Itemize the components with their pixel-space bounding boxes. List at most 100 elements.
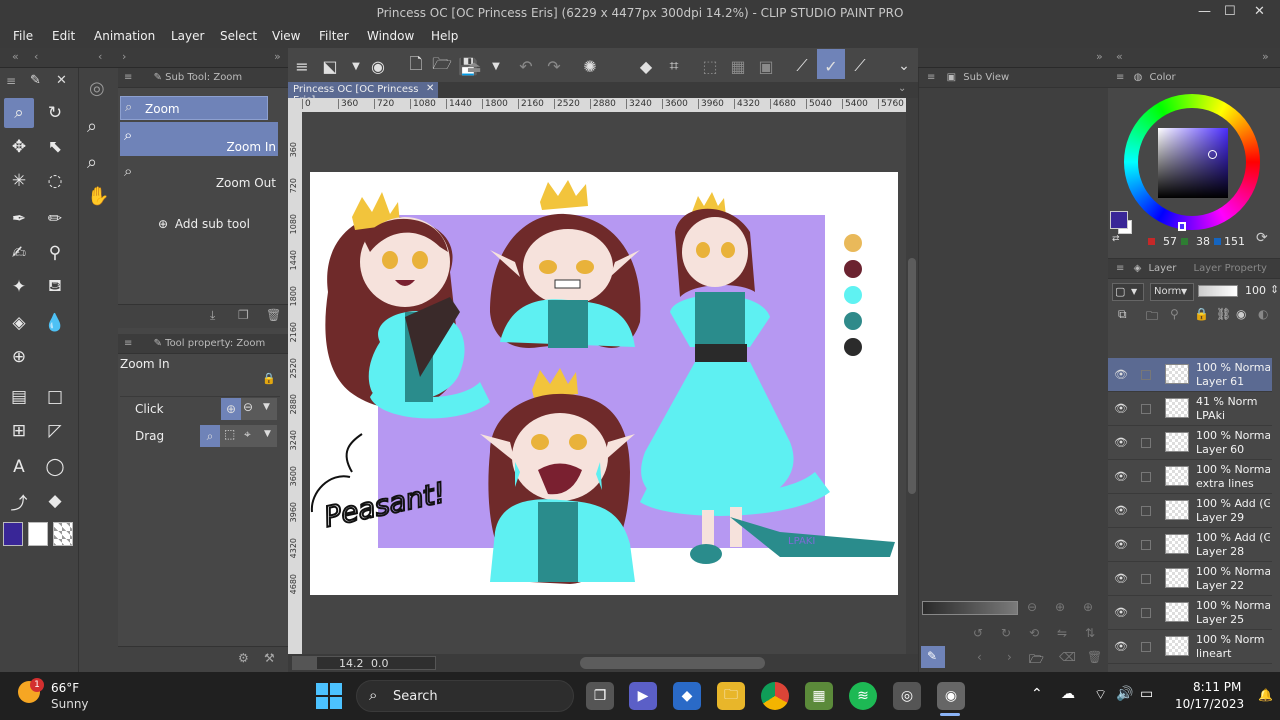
battery-icon[interactable]: ▭ xyxy=(1140,686,1153,702)
layer-row[interactable]: 👁 41 % Norm LPAki xyxy=(1108,392,1272,426)
pen-icon[interactable]: ✎ xyxy=(30,73,41,88)
eye-icon[interactable]: 👁 xyxy=(1114,572,1128,585)
ruler-tool-icon[interactable]: ◸ xyxy=(40,416,70,446)
sub-color-swatch[interactable] xyxy=(28,522,48,546)
new-file-icon[interactable]: 🗋 xyxy=(404,54,428,78)
chevron-left-icon[interactable]: ‹ xyxy=(98,50,102,63)
eye-icon[interactable]: 👁 xyxy=(1114,538,1128,551)
minimize-icon[interactable]: — xyxy=(1198,4,1211,19)
chevron-right-icon[interactable]: » xyxy=(1096,50,1103,63)
trash-icon[interactable]: 🗑 xyxy=(266,308,281,322)
text-tool-icon[interactable]: A xyxy=(4,452,34,482)
rotate-right-icon[interactable]: ↻ xyxy=(1001,626,1011,640)
crop-icon[interactable]: ⌗ xyxy=(662,54,686,78)
eye-icon[interactable]: 👁 xyxy=(1114,368,1128,381)
fit-icon[interactable]: ⊕ xyxy=(1083,600,1093,614)
copy-icon[interactable]: ❐ xyxy=(238,308,249,322)
invert-selection-icon[interactable]: ▦ xyxy=(726,54,750,78)
rotate-tool-icon[interactable]: ↻ xyxy=(40,98,70,128)
zoom-out-icon[interactable]: ⊖ xyxy=(1027,600,1037,614)
layer-lock-checkbox[interactable] xyxy=(1141,506,1151,516)
layer-color-selector[interactable]: ▢ ▼ xyxy=(1112,283,1144,301)
spotify-icon[interactable]: ≋ xyxy=(849,682,877,710)
brush-tool-icon[interactable]: ✍ xyxy=(4,238,34,268)
chevron-left-icon[interactable]: « xyxy=(1116,50,1123,63)
chevron-right-icon[interactable]: » xyxy=(1262,50,1269,63)
export-icon[interactable]: ⏏ xyxy=(462,54,486,78)
open-file-icon[interactable]: 🗁 xyxy=(430,54,454,78)
panel-menu-icon[interactable]: ≡ xyxy=(927,72,935,83)
taskbar-search[interactable]: ⌕ Search xyxy=(356,680,574,712)
panel-menu-icon[interactable]: ≡ xyxy=(6,74,16,88)
transparent-color-swatch[interactable] xyxy=(53,522,73,546)
subview-zoom-slider[interactable] xyxy=(922,601,1018,615)
eye-icon[interactable]: 👁 xyxy=(1114,402,1128,415)
hue-cursor[interactable] xyxy=(1178,222,1186,231)
copilot-icon[interactable]: ◆ xyxy=(673,682,701,710)
eraser-x-icon[interactable]: ✕ xyxy=(56,73,67,88)
loupe-icon[interactable]: ⌕ xyxy=(87,152,97,173)
layer-row[interactable]: 👁 100 % Add (GloLayer 28 xyxy=(1108,528,1272,562)
layer-row[interactable]: 👁 100 % Add (GloLayer 29 xyxy=(1108,494,1272,528)
swap-colors-icon[interactable]: ⇄ xyxy=(1112,234,1120,244)
layer-row[interactable]: 👁 100 % Normal Layer 61 xyxy=(1108,358,1272,392)
panel-menu-icon[interactable]: ≡ xyxy=(124,338,132,349)
draft-layer-icon[interactable]: ◐ xyxy=(1258,307,1268,321)
flip-vertical-icon[interactable]: ⇅ xyxy=(1085,626,1095,640)
layer-lock-checkbox[interactable] xyxy=(1141,608,1151,618)
chevron-down-icon[interactable]: ▼ xyxy=(484,54,508,78)
layer-lock-checkbox[interactable] xyxy=(1141,642,1151,652)
chevron-down-icon[interactable]: ⌄ xyxy=(892,54,916,78)
drag-scrub-icon[interactable]: ⌖ xyxy=(244,427,251,442)
hand-tool-icon[interactable]: ✋ xyxy=(87,186,109,207)
rotate-left-icon[interactable]: ↺ xyxy=(973,626,983,640)
close-tab-icon[interactable]: ✕ xyxy=(426,83,434,94)
clear-icon[interactable]: ⌫ xyxy=(1059,650,1076,664)
lock-layer-icon[interactable]: 🔒 xyxy=(1194,307,1209,321)
zoom-tool-icon[interactable]: ⌕ xyxy=(4,98,34,128)
opacity-slider[interactable] xyxy=(1198,285,1238,297)
trash-icon[interactable]: 🗑 xyxy=(1087,650,1102,664)
saturation-value-square[interactable] xyxy=(1158,128,1228,198)
pen-tool-icon[interactable]: ✒ xyxy=(4,204,34,234)
balloon-tool-icon[interactable]: ◯ xyxy=(40,452,70,482)
zoom-field[interactable]: 14.2 0.0 xyxy=(316,656,436,670)
menu-help[interactable]: Help xyxy=(431,29,458,43)
mask-icon[interactable]: ◉ xyxy=(1236,307,1246,321)
link-icon[interactable]: ⛓ xyxy=(1216,307,1231,321)
color-mode-icon[interactable]: ⟳ xyxy=(1256,230,1268,246)
wrench-icon[interactable]: ⚒ xyxy=(264,651,275,665)
pencil-tool-icon[interactable]: ✏ xyxy=(40,204,70,234)
subtool-zoom-in[interactable]: ⌕ Zoom In xyxy=(120,122,278,156)
eye-icon[interactable]: 👁 xyxy=(1114,606,1128,619)
opacity-stepper-icon[interactable]: ⇕ xyxy=(1270,283,1279,296)
auto-select-icon[interactable]: ✳ xyxy=(4,166,34,196)
notification-icon[interactable]: 🔔 xyxy=(1258,688,1273,702)
menu-file[interactable]: File xyxy=(13,29,33,43)
grid-tool-icon[interactable]: ⊕ xyxy=(4,342,34,372)
undo-icon[interactable]: ↶ xyxy=(514,54,538,78)
subtool-group-tab[interactable]: ⌕ Zoom xyxy=(120,96,268,120)
cloud-icon[interactable]: ☁ xyxy=(1061,686,1075,702)
lock-icon[interactable]: 🔒 xyxy=(262,372,276,385)
layer-lock-checkbox[interactable] xyxy=(1141,472,1151,482)
subtool-zoom-out[interactable]: ⌕ Zoom Out xyxy=(120,158,278,192)
add-subtool-button[interactable]: ⊕ Add sub tool xyxy=(158,217,250,231)
menu-view[interactable]: View xyxy=(272,29,300,43)
clip-studio-icon[interactable]: ◉ xyxy=(366,54,390,78)
chrome-icon[interactable] xyxy=(761,682,789,710)
menu-filter[interactable]: Filter xyxy=(319,29,349,43)
panel-menu-icon[interactable]: ≡ xyxy=(1116,72,1124,83)
eraser-tool-icon[interactable]: ◈ xyxy=(4,308,34,338)
vertical-scroll-thumb[interactable] xyxy=(908,258,916,494)
eye-icon[interactable]: 👁 xyxy=(1114,504,1128,517)
sparkle-tool-icon[interactable]: ✦ xyxy=(4,272,34,302)
horizontal-scroll-thumb[interactable] xyxy=(580,657,765,669)
color-picker-cursor[interactable] xyxy=(1208,150,1217,159)
clip-layer-icon[interactable]: ⚲ xyxy=(1170,307,1179,321)
chevron-up-icon[interactable]: ⌃ xyxy=(1031,686,1043,702)
file-explorer-icon[interactable]: 🗀 xyxy=(717,682,745,710)
airbrush-icon[interactable]: ⛾ xyxy=(40,272,70,302)
zoom-group-icon[interactable]: ◎ xyxy=(89,78,105,99)
snap-ruler-icon[interactable]: ⟋ xyxy=(790,54,814,78)
